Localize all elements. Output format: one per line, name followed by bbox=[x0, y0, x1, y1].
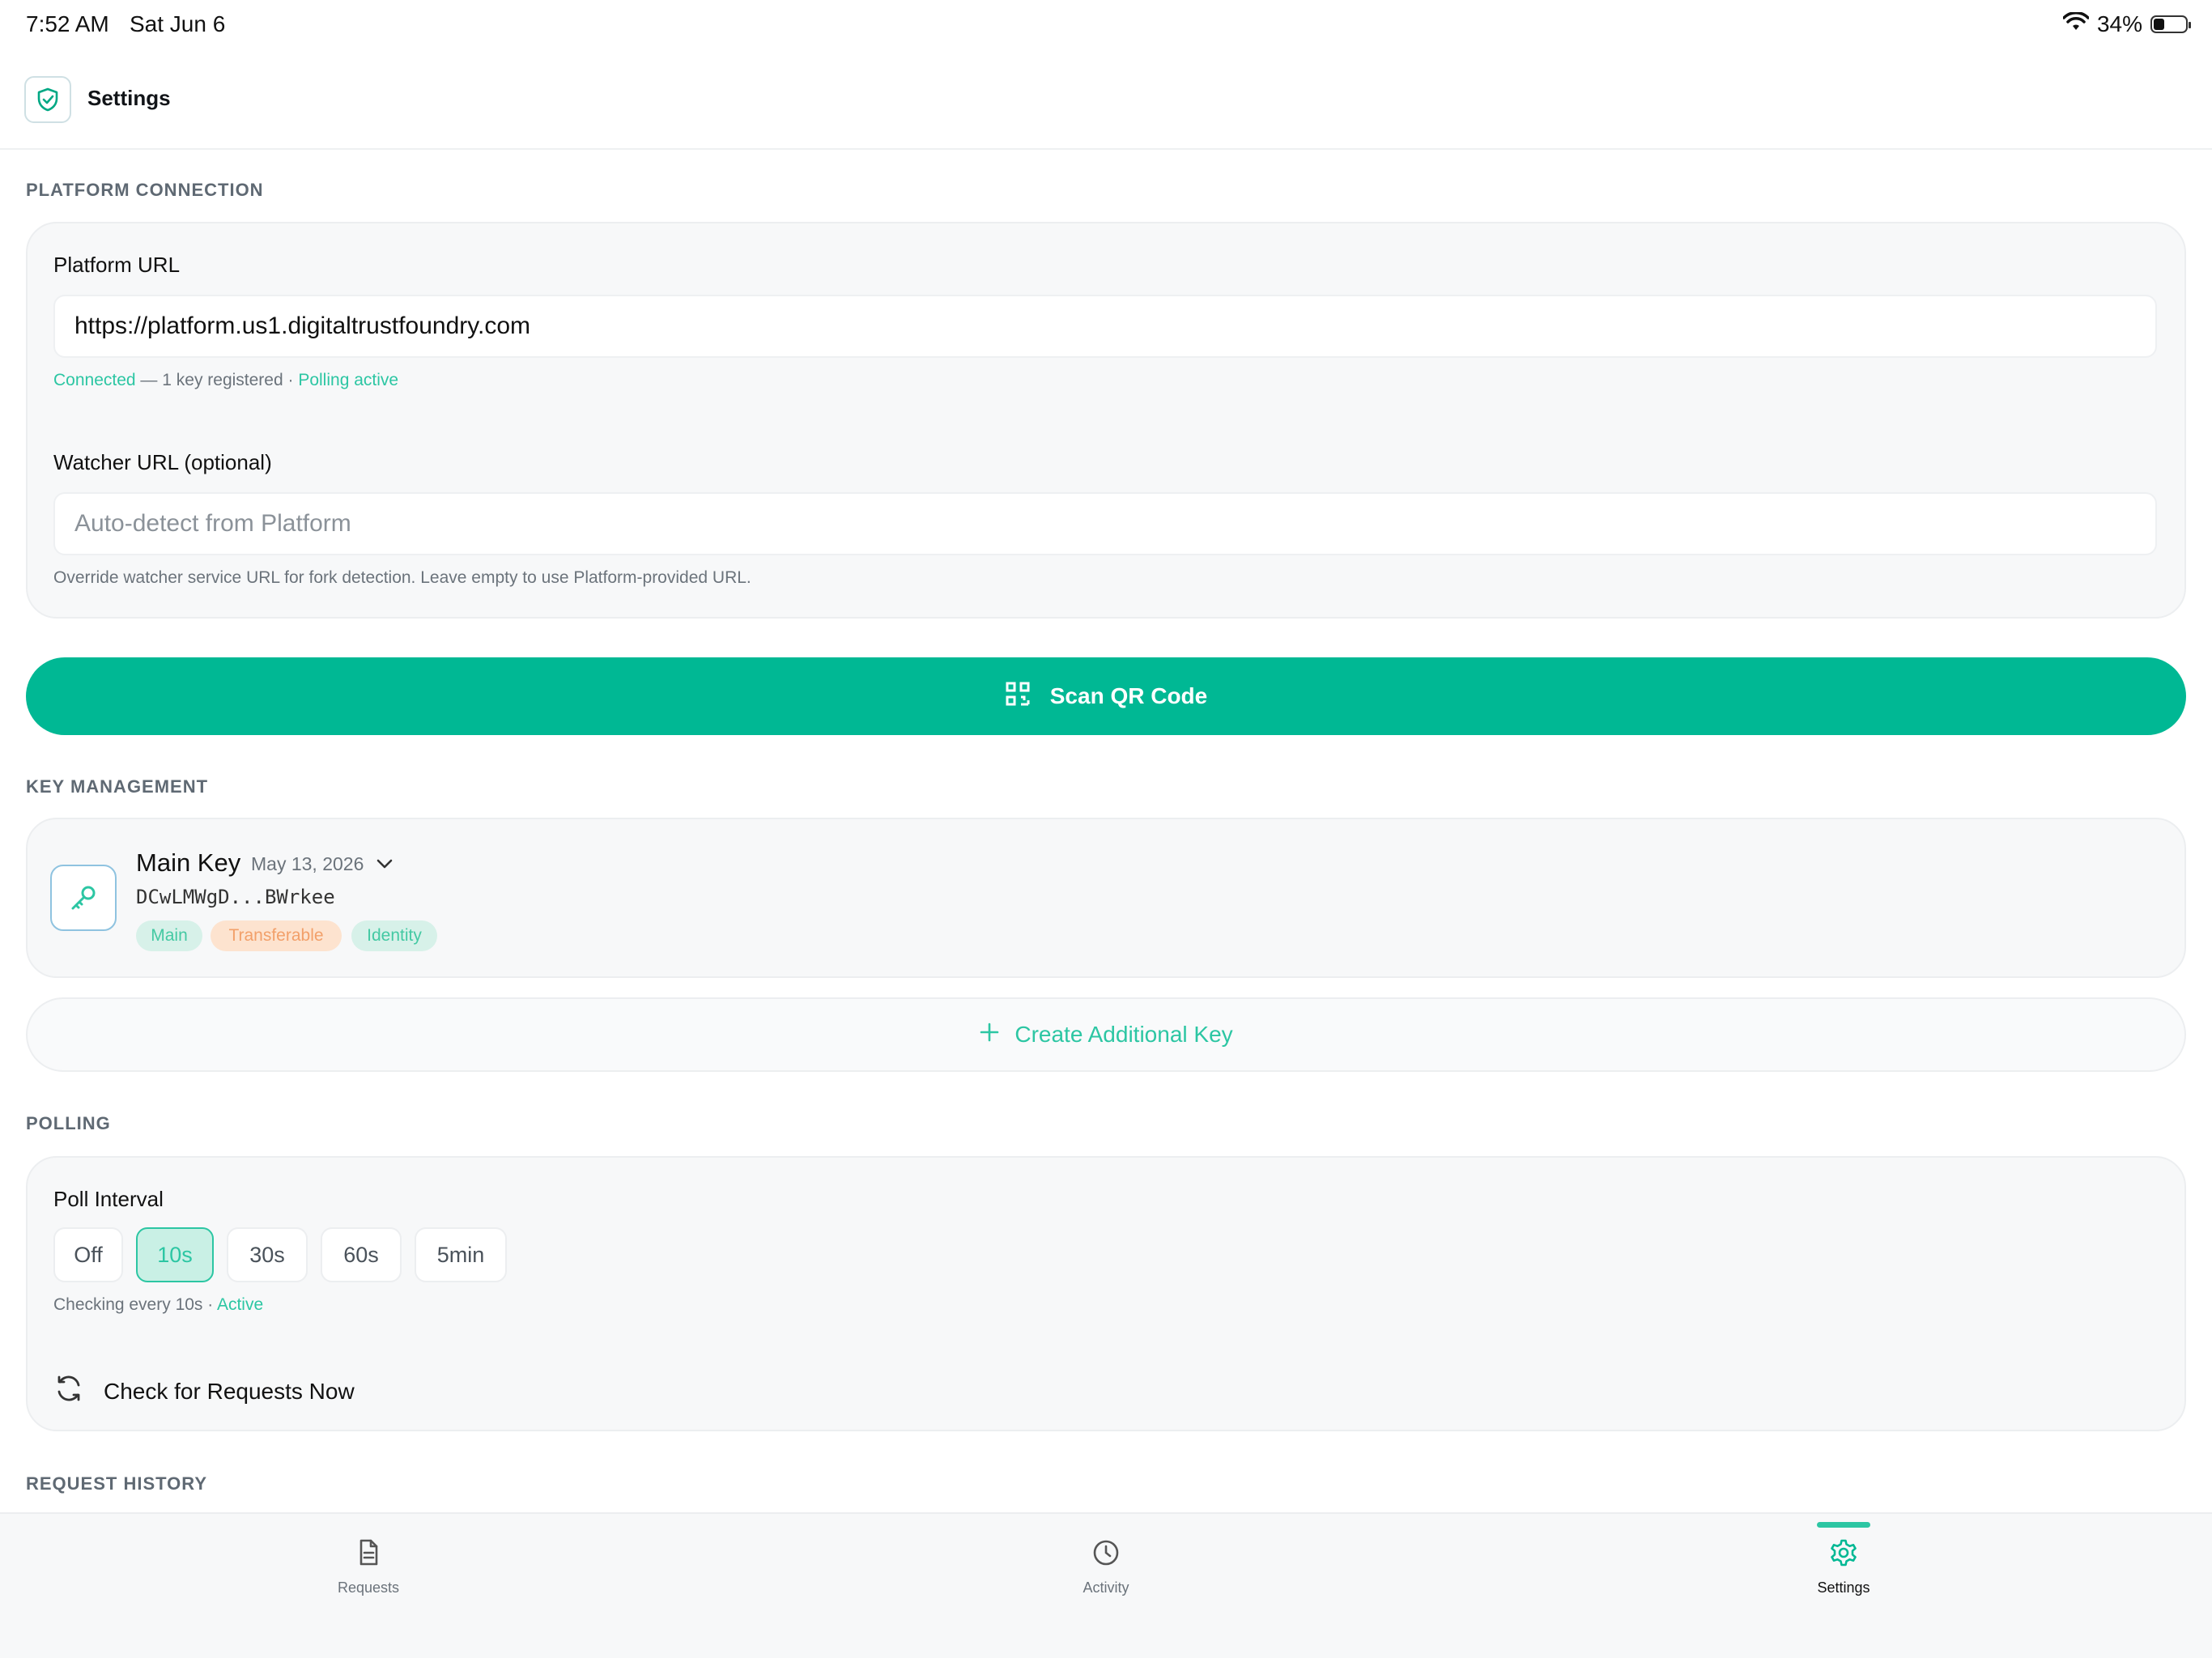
header-divider bbox=[0, 148, 2212, 150]
tab-settings[interactable]: Settings bbox=[1763, 1538, 1925, 1596]
create-additional-key-label: Create Additional Key bbox=[1015, 1022, 1233, 1047]
create-additional-key-button[interactable]: Create Additional Key bbox=[26, 997, 2186, 1072]
chevron-down-icon[interactable] bbox=[374, 853, 395, 878]
status-indicators: 34% bbox=[2062, 11, 2191, 37]
checking-interval-text: Checking every 10s · bbox=[53, 1295, 217, 1314]
qr-code-icon bbox=[1005, 681, 1031, 712]
shield-icon bbox=[24, 76, 71, 123]
tab-requests[interactable]: Requests bbox=[287, 1538, 449, 1596]
badge-identity: Identity bbox=[351, 920, 437, 951]
key-card[interactable] bbox=[26, 818, 2186, 978]
battery-icon bbox=[2150, 15, 2191, 33]
polling-active-status: Active bbox=[216, 1295, 264, 1314]
connected-status: Connected bbox=[53, 371, 136, 389]
platform-connection-card bbox=[26, 222, 2186, 619]
watcher-url-input[interactable] bbox=[53, 492, 2157, 555]
battery-level bbox=[2154, 19, 2164, 30]
page-title: Settings bbox=[87, 86, 171, 110]
section-heading-key-management: KEY MANAGEMENT bbox=[26, 776, 209, 797]
section-heading-polling: POLLING bbox=[26, 1113, 111, 1133]
poll-option-10s[interactable]: 10s bbox=[136, 1227, 214, 1282]
tab-settings-label: Settings bbox=[1817, 1579, 1870, 1596]
polling-status-text: Checking every 10s · Active bbox=[53, 1295, 263, 1315]
key-name: Main Key bbox=[136, 848, 241, 877]
poll-option-5min[interactable]: 5min bbox=[415, 1227, 507, 1282]
plus-icon bbox=[979, 1022, 1000, 1048]
poll-option-60s[interactable]: 60s bbox=[321, 1227, 402, 1282]
check-requests-now-button[interactable]: Check for Requests Now bbox=[53, 1373, 355, 1409]
check-requests-now-label: Check for Requests Now bbox=[104, 1378, 355, 1404]
wifi-icon bbox=[2062, 11, 2090, 37]
tab-requests-label: Requests bbox=[337, 1579, 400, 1596]
scan-qr-button[interactable]: Scan QR Code bbox=[26, 657, 2186, 735]
tab-activity-label: Activity bbox=[1083, 1579, 1129, 1596]
keys-registered-status: — 1 key registered · bbox=[135, 371, 299, 389]
status-date: Sat Jun 6 bbox=[130, 11, 226, 36]
key-date: May 13, 2026 bbox=[251, 853, 364, 874]
platform-url-label: Platform URL bbox=[53, 253, 181, 277]
refresh-icon bbox=[53, 1373, 84, 1409]
section-heading-platform-connection: PLATFORM CONNECTION bbox=[26, 180, 264, 200]
document-icon bbox=[354, 1538, 383, 1571]
poll-option-30s[interactable]: 30s bbox=[227, 1227, 308, 1282]
polling-status: Polling active bbox=[298, 371, 399, 389]
poll-option-off[interactable]: Off bbox=[53, 1227, 123, 1282]
active-tab-indicator bbox=[1817, 1522, 1870, 1528]
key-identifier: DCwLMWgD...BWrkee bbox=[136, 886, 335, 908]
tab-activity[interactable]: Activity bbox=[1025, 1538, 1187, 1596]
gear-icon bbox=[1829, 1538, 1858, 1571]
badge-transferable: Transferable bbox=[211, 920, 342, 951]
watcher-url-help: Override watcher service URL for fork de… bbox=[53, 568, 751, 587]
section-heading-request-history: REQUEST HISTORY bbox=[26, 1473, 208, 1494]
status-time: 7:52 AM bbox=[26, 11, 109, 36]
watcher-url-label: Watcher URL (optional) bbox=[53, 450, 272, 474]
platform-url-input[interactable] bbox=[53, 295, 2157, 358]
connection-status: Connected — 1 key registered · Polling a… bbox=[53, 371, 398, 390]
battery-percent: 34% bbox=[2096, 11, 2142, 36]
key-icon bbox=[50, 865, 117, 931]
badge-main: Main bbox=[136, 920, 202, 951]
scan-qr-label: Scan QR Code bbox=[1049, 683, 1208, 708]
clock-icon bbox=[1091, 1538, 1121, 1571]
poll-interval-label: Poll Interval bbox=[53, 1187, 164, 1211]
